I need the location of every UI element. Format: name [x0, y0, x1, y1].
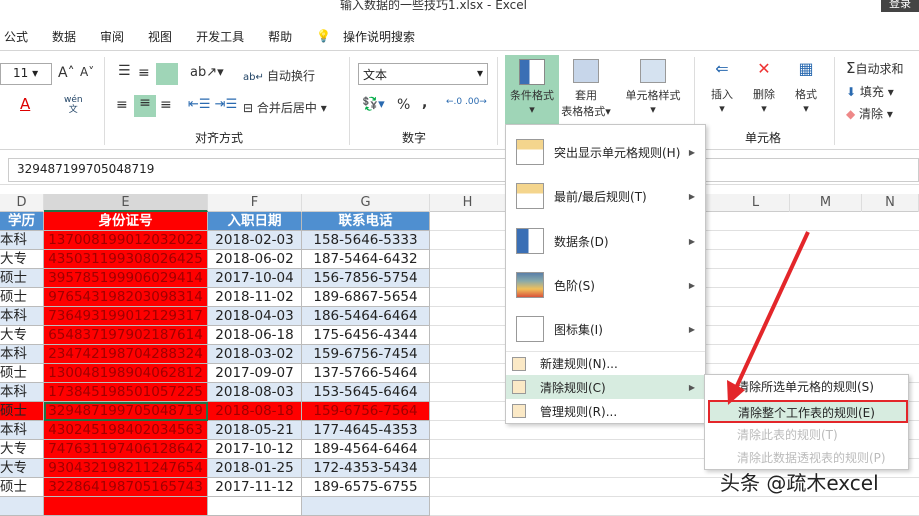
watermark: 头条 @疏木excel [720, 471, 879, 495]
annotation-arrow [727, 231, 810, 405]
arrow-shaft [734, 231, 810, 389]
